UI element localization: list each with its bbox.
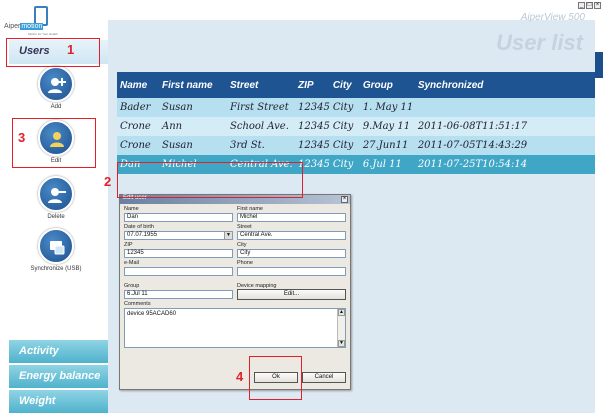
cell: Crone — [117, 136, 159, 155]
device-mapping-edit-button[interactable]: Edit... — [237, 289, 346, 300]
phone-label: Phone — [237, 260, 253, 266]
window-controls: _ □ × — [578, 2, 601, 9]
annotation-number-2: 2 — [104, 174, 112, 189]
cell: 12345 — [295, 98, 330, 117]
dob-label: Date of birth — [124, 224, 154, 230]
cell: Bader — [117, 98, 159, 117]
header-edge — [595, 52, 603, 78]
phone-field[interactable] — [237, 267, 346, 276]
first-name-field[interactable]: Michel — [237, 213, 346, 222]
col-group[interactable]: Group — [359, 72, 415, 98]
user-table: Name First name Street ZIP City Group Sy… — [117, 72, 595, 174]
dob-value: 07.07.1955 — [127, 232, 158, 238]
cell: 12345 — [295, 117, 330, 136]
annotation-box-4 — [249, 356, 302, 400]
close-icon[interactable]: × — [594, 2, 601, 9]
cell: City — [329, 98, 360, 117]
col-zip[interactable]: ZIP — [295, 72, 330, 98]
cell: First Street — [227, 98, 295, 117]
page-title: User list — [496, 30, 583, 55]
maximize-icon[interactable]: □ — [586, 2, 593, 9]
col-first-name[interactable]: First name — [159, 72, 227, 98]
delete-label: Delete — [47, 214, 65, 220]
synchronize-button[interactable]: Synchronize (USB) — [21, 228, 91, 272]
group-label: Group — [124, 283, 140, 289]
cell: 27.Jun11 — [359, 136, 415, 155]
city-field[interactable]: City — [237, 249, 346, 258]
logo-subtitle: Motion for Your Health — [28, 32, 58, 36]
city-label: City — [237, 242, 247, 248]
cell: 1. May 11 — [359, 98, 415, 117]
table-row[interactable]: Bader Susan First Street 12345 City 1. M… — [117, 98, 595, 117]
delete-user-icon[interactable] — [38, 176, 74, 212]
scroll-up-icon[interactable]: ▲ — [338, 309, 345, 316]
table-row[interactable]: Crone Ann School Ave. 12345 City 9.May 1… — [117, 117, 595, 136]
annotation-number-1: 1 — [67, 42, 75, 57]
email-label: e-Mail — [124, 260, 139, 266]
name-label: Name — [124, 206, 139, 212]
zip-label: ZIP — [124, 242, 133, 248]
cell: City — [329, 117, 360, 136]
synchronize-icon[interactable] — [38, 228, 74, 264]
group-field[interactable]: 6.Jul 11 — [124, 290, 233, 299]
dialog-close-icon[interactable]: × — [341, 196, 348, 203]
comments-textarea[interactable]: device 95ACAD60 ▲ ▼ — [124, 308, 346, 348]
annotation-number-4: 4 — [236, 369, 244, 384]
name-field[interactable]: Dan — [124, 213, 233, 222]
cell — [414, 98, 595, 117]
nav-energy-balance[interactable]: Energy balance — [9, 365, 108, 388]
nav-activity-label: Activity — [19, 345, 59, 357]
table-row[interactable]: Crone Susan 3rd St. 12345 City 27.Jun11 … — [117, 136, 595, 155]
cell: Susan — [159, 136, 227, 155]
scroll-down-icon[interactable]: ▼ — [338, 340, 345, 347]
cell: School Ave. — [227, 117, 295, 136]
nav-energy-balance-label: Energy balance — [19, 370, 101, 382]
table-header-row: Name First name Street ZIP City Group Sy… — [117, 72, 595, 98]
cell: City — [329, 136, 360, 155]
edit-user-dialog: Edit user × Name Dan First name Michel D… — [119, 194, 351, 390]
nav-weight-label: Weight — [19, 395, 56, 407]
cell: 2011-07-25T10:54:14 — [414, 155, 595, 174]
cell: 3rd St. — [227, 136, 295, 155]
add-user-icon[interactable] — [38, 66, 74, 102]
add-label: Add — [50, 104, 62, 110]
add-user-button[interactable]: Add — [26, 66, 86, 110]
col-synchronized[interactable]: Synchronized — [414, 72, 595, 98]
cell: City — [329, 155, 360, 174]
comments-label: Comments — [124, 301, 151, 307]
col-name[interactable]: Name — [117, 72, 159, 98]
cell: Susan — [159, 98, 227, 117]
comments-value: device 95ACAD60 — [127, 311, 177, 317]
minimize-icon[interactable]: _ — [578, 2, 585, 9]
comments-scrollbar[interactable]: ▲ ▼ — [337, 309, 345, 347]
logo-text: Aipermotion — [4, 23, 44, 30]
cell: Ann — [159, 117, 227, 136]
delete-user-button[interactable]: Delete — [26, 176, 86, 220]
dob-select[interactable]: 07.07.1955 ▼ — [124, 231, 233, 240]
annotation-box-1 — [6, 38, 100, 67]
app-logo: Aipermotion Motion for Your Health — [4, 6, 58, 38]
annotation-number-3: 3 — [18, 130, 26, 145]
col-city[interactable]: City — [329, 72, 360, 98]
nav-activity[interactable]: Activity — [9, 340, 108, 363]
cell: 2011-07-05T14:43:29 — [414, 136, 595, 155]
annotation-box-2 — [117, 162, 303, 198]
cell: 9.May 11 — [359, 117, 415, 136]
cancel-button[interactable]: Cancel — [302, 372, 346, 383]
brand-title: AiperView 500 — [520, 12, 585, 23]
nav-weight[interactable]: Weight — [9, 390, 108, 413]
street-field[interactable]: Central Ave. — [237, 231, 346, 240]
email-field[interactable] — [124, 267, 233, 276]
cell: 12345 — [295, 136, 330, 155]
cell: 2011-06-08T11:51:17 — [414, 117, 595, 136]
street-label: Street — [237, 224, 252, 230]
chevron-down-icon[interactable]: ▼ — [224, 232, 232, 239]
zip-field[interactable]: 12345 — [124, 249, 233, 258]
first-name-label: First name — [237, 206, 263, 212]
cell: 6.Jul 11 — [359, 155, 415, 174]
col-street[interactable]: Street — [227, 72, 295, 98]
cell: Crone — [117, 117, 159, 136]
synchronize-label: Synchronize (USB) — [30, 266, 82, 272]
